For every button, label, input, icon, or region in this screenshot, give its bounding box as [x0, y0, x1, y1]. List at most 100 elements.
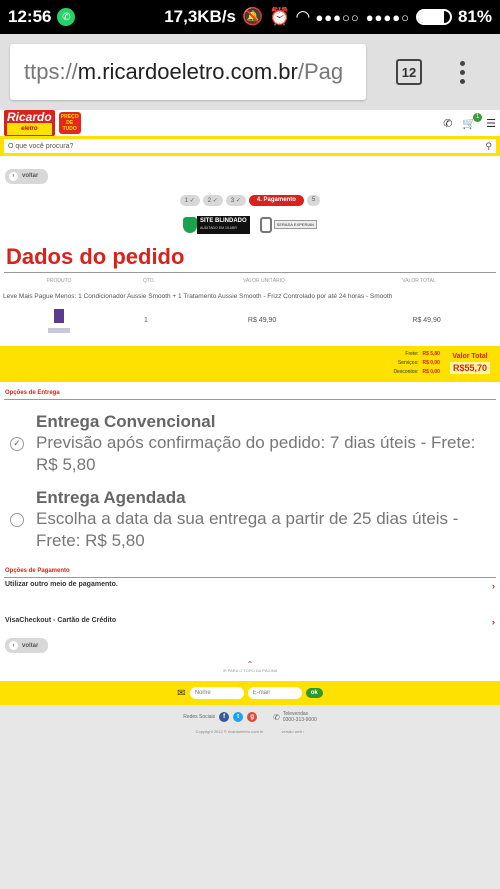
- seal1-title: SITE BLINDADO: [199, 217, 247, 224]
- newsletter-name-input[interactable]: [189, 687, 244, 699]
- back-label: voltar: [22, 642, 39, 649]
- facebook-icon[interactable]: f: [219, 712, 230, 722]
- header-qtd: QTD.: [143, 277, 155, 284]
- newsletter-bar: ✉ ok: [0, 681, 500, 705]
- mute-icon: 🔕: [242, 7, 264, 26]
- newsletter-email-input[interactable]: [247, 687, 302, 699]
- tab-switcher-button[interactable]: 12: [396, 59, 422, 85]
- back-arrow-icon: ‹: [9, 171, 18, 181]
- browser-menu-icon[interactable]: [460, 60, 465, 84]
- step-3[interactable]: 3 ✓: [225, 194, 246, 206]
- descontos-label: Descontos:: [393, 369, 419, 375]
- page-footer: Redes Sociais f t g ✆ Televendas 0300-313…: [0, 705, 500, 808]
- back-label: voltar: [22, 173, 39, 179]
- url-path: /Pag: [297, 59, 344, 84]
- total-value: R$55,70: [449, 362, 490, 374]
- step-1[interactable]: 1 ✓: [179, 194, 200, 206]
- divider: [4, 398, 496, 400]
- order-table-header: PRODUTO QTD. VALOR UNITÁRIO VALOR TOTAL: [0, 273, 500, 284]
- product-total-price: R$ 49,90: [412, 317, 441, 324]
- back-to-top-link[interactable]: ⌃ IR PARA O TOPO DA PÁGINA: [0, 661, 500, 674]
- status-right: 17,3KB/s 🔕 ⏰ ◠ ●●●○○ ●●●●○ 81%: [164, 7, 492, 27]
- chevron-right-icon: ›: [492, 616, 495, 627]
- product-qty: 1: [144, 317, 148, 324]
- frete-label: Frete:: [405, 351, 419, 357]
- network-speed: 17,3KB/s: [164, 7, 237, 26]
- servicos-value: R$ 0,00: [422, 360, 440, 366]
- shipping-option-agendada[interactable]: Entrega Agendada Escolha a data da sua e…: [0, 488, 500, 552]
- shipping-option-title: Entrega Agendada: [36, 487, 186, 507]
- step-2[interactable]: 2 ✓: [202, 194, 223, 206]
- header-valor-unitario: VALOR UNITÁRIO: [243, 277, 285, 284]
- search-icon[interactable]: ⚲: [485, 141, 492, 152]
- product-thumbnail[interactable]: [48, 308, 70, 333]
- back-button-bottom[interactable]: ‹ voltar: [5, 638, 49, 653]
- frete-value: R$ 5,80: [422, 351, 440, 357]
- google-plus-icon[interactable]: g: [247, 712, 258, 722]
- logo-sub: eletro: [7, 123, 52, 135]
- site-header: Ricardo eletro PREÇO DE TUDO ✆ 🛒 1 ☰: [0, 110, 500, 136]
- servicos-label: Serviços:: [397, 360, 419, 366]
- hamburger-menu-icon[interactable]: ☰: [486, 117, 496, 130]
- battery-fill: [417, 11, 444, 23]
- wifi-icon: ◠: [296, 7, 310, 26]
- seal2-text: SERASA EXPERIAN: [273, 220, 318, 229]
- step-4-pagamento: 4. Pagamento: [248, 194, 304, 206]
- header-valor-total: VALOR TOTAL: [402, 277, 436, 284]
- shipping-section-title: Opções de Entrega: [5, 389, 60, 396]
- preco-de-tudo-badge[interactable]: PREÇO DE TUDO: [58, 112, 81, 134]
- copyright-row: Copyright 2012 © ricardoeletro.com.br ve…: [0, 729, 500, 734]
- site-logo[interactable]: Ricardo eletro: [4, 110, 55, 136]
- shipping-option-title: Entrega Convencional: [36, 411, 216, 431]
- radio-convencional[interactable]: ✓: [10, 436, 24, 451]
- site-blindado-seal[interactable]: SITE BLINDADO AUDITADO EM 19 ABR: [182, 215, 250, 234]
- page-title: Dados do pedido: [6, 243, 185, 269]
- signal-2-icon: ●●●●○: [365, 9, 410, 25]
- shipping-option-desc: Previsão após confirmação do pedido: 7 d…: [36, 432, 476, 474]
- descontos-value: R$ 0,00: [422, 369, 440, 375]
- seal1-sub: AUDITADO EM 19 ABR: [199, 225, 237, 230]
- url-host: m.ricardoeletro.com.br: [77, 59, 298, 84]
- mail-icon: ✉: [177, 687, 186, 699]
- web-version-link[interactable]: versão web ›: [281, 729, 304, 734]
- logo-text: Ricardo: [7, 110, 52, 124]
- security-seals: SITE BLINDADO AUDITADO EM 19 ABR SERASA E…: [0, 215, 500, 234]
- url-bar[interactable]: ttps:// m.ricardoeletro.com.br /Pag: [10, 44, 366, 100]
- twitter-icon[interactable]: t: [233, 712, 244, 722]
- back-arrow-icon: ‹: [9, 641, 18, 650]
- product-description[interactable]: Leve Mais Pague Menos: 1 Condicionador A…: [0, 284, 500, 300]
- phone-icon[interactable]: ✆: [443, 117, 452, 130]
- browser-toolbar: ttps:// m.ricardoeletro.com.br /Pag 12: [0, 34, 500, 110]
- payment-option-visacheckout[interactable]: VisaCheckout - Cartão de Crédito ›: [0, 617, 500, 627]
- payment-option-other-label: Utilizar outro meio de pagamento.: [5, 580, 118, 588]
- shipping-option-desc: Escolha a data da sua entrega a partir d…: [36, 508, 459, 550]
- search-input[interactable]: O que você procura? ⚲: [4, 139, 496, 153]
- shipping-option-convencional[interactable]: ✓ Entrega Convencional Previsão após con…: [0, 412, 500, 476]
- payment-section-title: Opções de Pagamento: [5, 567, 70, 574]
- back-button[interactable]: ‹ voltar: [5, 168, 49, 184]
- shield-icon: [182, 216, 197, 233]
- cart-icon[interactable]: 🛒 1: [462, 112, 483, 130]
- serasa-seal[interactable]: SERASA EXPERIAN: [259, 216, 318, 234]
- chevron-right-icon: ›: [492, 580, 495, 591]
- payment-option-other[interactable]: Utilizar outro meio de pagamento. ›: [0, 581, 500, 591]
- battery-icon: [415, 9, 452, 25]
- web-page: Ricardo eletro PREÇO DE TUDO ✆ 🛒 1 ☰ O qu…: [0, 110, 500, 705]
- total-label: Valor Total: [452, 353, 488, 360]
- signal-1-icon: ●●●○○: [315, 9, 360, 25]
- product-unit-price: R$ 49,90: [247, 317, 277, 324]
- newsletter-ok-button[interactable]: ok: [305, 688, 323, 698]
- order-row: 1 R$ 49,90 R$ 49,90: [0, 306, 500, 336]
- web-version-label: versão web: [281, 729, 302, 734]
- alarm-icon: ⏰: [269, 7, 291, 26]
- url-scheme: ttps://: [24, 59, 78, 84]
- tele-number: 0300-313-9000: [282, 717, 317, 723]
- radio-agendada[interactable]: [10, 512, 24, 527]
- order-totals: Frete: R$ 5,80 Serviços: R$ 0,00 Descontos…: [0, 345, 500, 382]
- header-produto: PRODUTO: [46, 277, 72, 284]
- checkout-steps: 1 ✓ 2 ✓ 3 ✓ 4. Pagamento 5: [0, 194, 500, 206]
- televendas[interactable]: ✆ Televendas 0300-313-9000: [273, 711, 317, 723]
- divider: [4, 576, 496, 578]
- status-bar: 12:56 ✆ 17,3KB/s 🔕 ⏰ ◠ ●●●○○ ●●●●○ 81%: [0, 0, 500, 34]
- social-row: Redes Sociais f t g ✆ Televendas 0300-313…: [0, 711, 500, 723]
